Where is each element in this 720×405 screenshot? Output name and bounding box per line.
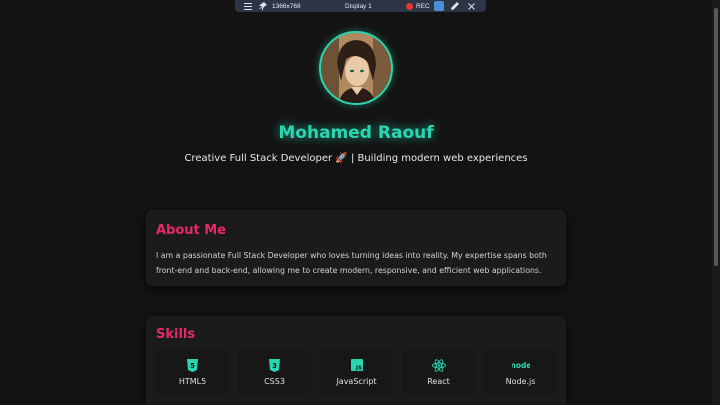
javascript-icon: JS — [350, 358, 363, 372]
skills-list: 5 HTML5 3 CSS3 JS JavaScript React node … — [156, 350, 557, 394]
skill-card-javascript[interactable]: JS JavaScript — [320, 350, 393, 394]
svg-text:node: node — [512, 361, 530, 370]
css3-icon: 3 — [269, 358, 280, 372]
about-me-text: I am a passionate Full Stack Developer w… — [156, 251, 547, 275]
skill-label: JavaScript — [336, 377, 377, 386]
react-icon — [431, 358, 446, 372]
record-dot-icon — [406, 2, 413, 10]
record-label: REC — [416, 2, 430, 10]
profile-name: Mohamed Raouf — [278, 123, 434, 143]
close-icon[interactable] — [468, 0, 475, 12]
page-scrollbar[interactable] — [712, 0, 720, 405]
screen-select-icon[interactable] — [434, 1, 444, 11]
skill-label: Node.js — [505, 377, 536, 386]
scrollbar-thumb[interactable] — [714, 8, 718, 266]
skills-section: Skills 5 HTML5 3 CSS3 JS JavaScript Reac… — [146, 316, 566, 405]
resolution-label: 1366x768 — [272, 2, 301, 10]
pin-icon[interactable] — [259, 0, 267, 12]
svg-text:5: 5 — [190, 362, 195, 370]
profile-tagline: Creative Full Stack Developer 🚀 | Buildi… — [184, 153, 528, 164]
svg-text:JS: JS — [354, 366, 361, 372]
menu-icon[interactable] — [244, 0, 252, 12]
skill-label: HTML5 — [178, 377, 207, 386]
skills-heading: Skills — [156, 327, 196, 342]
display-selector[interactable]: Display 1 — [345, 0, 372, 12]
skill-card-react[interactable]: React — [402, 350, 475, 394]
screen-recorder-toolbar: 1366x768 Display 1 REC — [235, 0, 486, 12]
skill-card-html5[interactable]: 5 HTML5 — [156, 350, 229, 394]
skill-card-css3[interactable]: 3 CSS3 — [238, 350, 311, 394]
pen-icon[interactable] — [451, 0, 459, 12]
skill-card-nodejs[interactable]: node Node.js — [484, 350, 557, 394]
about-me-heading: About Me — [156, 223, 227, 238]
skill-label: CSS3 — [264, 377, 285, 386]
profile-avatar — [319, 31, 393, 105]
skill-label: React — [427, 377, 450, 386]
avatar-portrait-image — [321, 33, 391, 103]
nodejs-icon: node — [512, 358, 530, 372]
svg-text:3: 3 — [272, 362, 277, 370]
about-me-section: About Me I am a passionate Full Stack De… — [146, 210, 566, 286]
record-button[interactable]: REC — [406, 0, 430, 12]
html5-icon: 5 — [187, 358, 198, 372]
